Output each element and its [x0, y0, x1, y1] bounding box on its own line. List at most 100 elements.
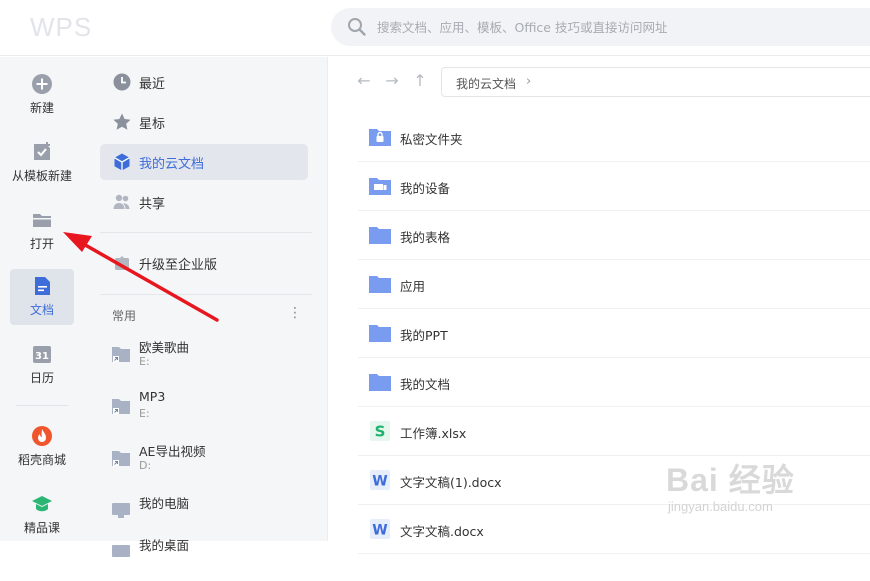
- back-button[interactable]: ←: [355, 72, 373, 90]
- star-icon: [113, 113, 131, 130]
- common-item-name: 我的桌面: [139, 538, 190, 553]
- common-item-name: 我的电脑: [139, 496, 190, 511]
- breadcrumb[interactable]: 我的云文档 ›: [441, 67, 870, 97]
- nav-item-label: 共享: [139, 197, 166, 212]
- folder-shortcut-icon: [112, 399, 130, 414]
- sidebar-item-calendar[interactable]: 31 日历: [10, 337, 74, 393]
- cloud-cube-icon: [114, 153, 130, 171]
- file-name: 应用: [400, 279, 426, 294]
- folder-icon: [369, 374, 391, 391]
- top-bar: WPS: [0, 0, 870, 56]
- svg-text:S: S: [375, 423, 386, 441]
- common-item-path: D:: [139, 459, 152, 472]
- file-name: 我的PPT: [400, 328, 448, 343]
- nav-item-upgrade-enterprise[interactable]: 升级至企业版: [100, 245, 308, 281]
- file-row[interactable]: 应用: [358, 260, 870, 309]
- docer-store-icon: [32, 426, 52, 446]
- sidebar-item-template-new[interactable]: 从模板新建: [4, 135, 80, 191]
- sidebar-item-label: 新建: [29, 101, 54, 115]
- file-row[interactable]: 我的文档: [358, 358, 870, 407]
- word-doc-icon: W: [370, 470, 390, 490]
- file-name: 文字文稿.docx: [400, 524, 484, 539]
- common-folder-item[interactable]: 欧美歌曲 E:: [110, 337, 310, 383]
- sidebar-item-open[interactable]: 打开: [10, 203, 74, 259]
- baidu-jingyan-watermark: Bai 经验 jingyan.baidu.com: [666, 447, 866, 522]
- sidebar-item-new[interactable]: 新建: [10, 67, 74, 123]
- breadcrumb-item[interactable]: 我的云文档: [456, 75, 516, 92]
- up-button[interactable]: ↑: [411, 72, 429, 90]
- lock-folder-icon: [369, 129, 391, 146]
- file-name: 私密文件夹: [400, 132, 463, 147]
- folder-icon: [369, 276, 391, 293]
- word-doc-icon: W: [370, 519, 390, 539]
- common-item-path: E:: [139, 407, 150, 420]
- watermark-url: jingyan.baidu.com: [668, 499, 773, 514]
- nav-item-label: 升级至企业版: [139, 258, 218, 273]
- sidebar-item-docer-store[interactable]: 稻壳商城: [10, 419, 74, 475]
- sidebar-divider: [16, 405, 68, 406]
- sidebar-item-label: 稻壳商城: [17, 453, 66, 467]
- common-computer-item[interactable]: 我的电脑: [110, 493, 310, 539]
- file-row[interactable]: 我的设备: [358, 162, 870, 211]
- sidebar-item-label: 文档: [29, 303, 54, 317]
- common-item-path: E:: [139, 355, 150, 368]
- computer-shortcut-icon: [112, 503, 130, 518]
- file-name: 我的文档: [400, 377, 451, 392]
- nav-item-my-cloud-docs[interactable]: 我的云文档: [100, 144, 308, 180]
- section-title-common: 常用: [112, 309, 137, 323]
- plus-circle-icon: [32, 74, 52, 94]
- course-icon: [32, 496, 52, 512]
- folder-icon: [369, 325, 391, 342]
- common-desktop-item[interactable]: 我的桌面: [110, 535, 310, 581]
- sidebar-item-label: 从模板新建: [11, 169, 72, 183]
- section-more-button[interactable]: ⋮: [288, 305, 302, 321]
- common-item-name: 欧美歌曲: [139, 340, 190, 355]
- desktop-shortcut-icon: [112, 545, 130, 557]
- file-row[interactable]: 私密文件夹: [358, 113, 870, 162]
- wps-logo: WPS: [30, 12, 93, 42]
- folder-shortcut-icon: [112, 347, 130, 362]
- chevron-right-icon: ›: [526, 74, 532, 89]
- file-name: 我的表格: [400, 230, 451, 245]
- svg-text:W: W: [372, 523, 387, 539]
- spreadsheet-icon: S: [370, 421, 390, 441]
- template-icon: [34, 142, 50, 160]
- file-row[interactable]: 我的PPT: [358, 309, 870, 358]
- nav-item-label: 星标: [139, 117, 166, 132]
- file-name: 我的设备: [400, 181, 451, 196]
- sidebar-item-label: 日历: [29, 371, 54, 385]
- file-row[interactable]: 我的表格: [358, 211, 870, 260]
- nav-divider: [100, 294, 312, 295]
- forward-button[interactable]: →: [383, 72, 401, 90]
- file-name: 文字文稿(1).docx: [400, 475, 502, 490]
- search-input[interactable]: [377, 17, 857, 37]
- sidebar-item-label: 精品课: [23, 521, 60, 535]
- upgrade-icon: [115, 256, 129, 270]
- folder-icon: [33, 214, 51, 227]
- device-folder-icon: [369, 178, 391, 195]
- folder-shortcut-icon: [112, 451, 130, 466]
- sidebar-item-label: 打开: [29, 237, 54, 251]
- nav-item-starred[interactable]: 星标: [100, 104, 308, 140]
- document-icon: [35, 277, 50, 295]
- common-item-name: AE导出视频: [139, 444, 206, 459]
- navigation-panel: 最近 星标 我的云文档 共享 升级至企业版 常用 ⋮ 欧美歌曲 E: MP3 E…: [84, 57, 328, 557]
- nav-item-shared[interactable]: 共享: [100, 184, 308, 220]
- left-sidebar: 新建 从模板新建 打开 文档 31 日历 稻壳商城 精品课: [0, 57, 84, 541]
- folder-icon: [369, 227, 391, 244]
- svg-text:31: 31: [35, 351, 49, 362]
- calendar-icon: 31: [33, 346, 51, 363]
- svg-text:W: W: [372, 474, 387, 490]
- nav-item-label: 最近: [139, 77, 166, 92]
- search-icon: [348, 18, 366, 36]
- file-name: 工作簿.xlsx: [400, 426, 467, 441]
- nav-item-recent[interactable]: 最近: [100, 64, 308, 100]
- clock-icon: [113, 73, 131, 91]
- nav-item-label: 我的云文档: [139, 157, 205, 172]
- sidebar-item-courses[interactable]: 精品课: [10, 487, 74, 543]
- common-folder-item[interactable]: AE导出视频 D:: [110, 441, 310, 487]
- search-box[interactable]: [331, 8, 870, 46]
- common-item-name: MP3: [139, 389, 166, 404]
- common-folder-item[interactable]: MP3 E:: [110, 389, 310, 435]
- sidebar-item-documents[interactable]: 文档: [10, 269, 74, 325]
